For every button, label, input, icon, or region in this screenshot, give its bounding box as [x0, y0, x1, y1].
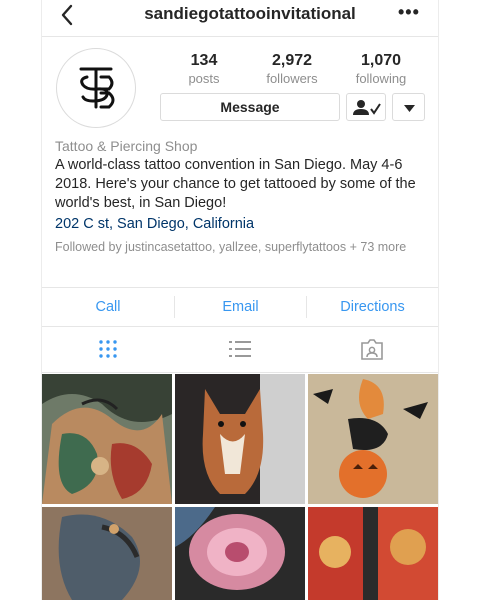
grid-photo-5[interactable] — [175, 507, 305, 600]
profile-username: sandiegotattooinvitational — [144, 4, 356, 23]
photo-grid — [42, 374, 438, 600]
view-tabs — [42, 326, 438, 373]
stat-following[interactable]: 1,070 following — [341, 52, 421, 86]
posts-label: posts — [188, 71, 220, 86]
grid-photo-6[interactable] — [308, 507, 438, 600]
list-view-icon[interactable] — [228, 338, 252, 360]
profile-avatar[interactable] — [56, 48, 136, 128]
tagged-icon[interactable] — [360, 338, 384, 360]
grid-photo-2[interactable] — [175, 374, 305, 504]
bio-text: A world-class tattoo convention in San D… — [55, 157, 416, 211]
message-button[interactable]: Message — [160, 93, 340, 121]
suggestions-dropdown-button[interactable] — [392, 93, 425, 121]
profile-logo — [79, 67, 115, 109]
follow-check-icon — [353, 100, 381, 115]
dropdown-icon — [404, 105, 415, 112]
more-options-icon[interactable]: ••• — [398, 2, 420, 23]
grid-photo-4[interactable] — [42, 507, 172, 600]
following-count: 1,070 — [360, 52, 402, 69]
followers-count: 2,972 — [271, 52, 313, 69]
followed-by-text[interactable]: Followed by justincasetattoo, yallzee, s… — [55, 239, 415, 255]
posts-count: 134 — [190, 52, 218, 69]
email-button[interactable]: Email — [175, 288, 306, 326]
following-button[interactable] — [346, 93, 386, 121]
grid-view-icon[interactable] — [96, 338, 120, 360]
contact-bar: Call Email Directions — [42, 287, 438, 327]
stat-posts[interactable]: 134 posts — [164, 52, 244, 86]
following-label: following — [355, 71, 407, 86]
grid-photo-3[interactable] — [308, 374, 438, 504]
grid-photo-1[interactable] — [42, 374, 172, 504]
directions-button[interactable]: Directions — [307, 288, 438, 326]
call-button[interactable]: Call — [42, 288, 174, 326]
business-category: Tattoo & Piercing Shop — [55, 138, 198, 154]
followers-label: followers — [266, 71, 318, 86]
back-icon[interactable] — [58, 4, 78, 26]
address-link[interactable]: 202 C st, San Diego, California — [55, 216, 254, 232]
stat-followers[interactable]: 2,972 followers — [252, 52, 332, 86]
